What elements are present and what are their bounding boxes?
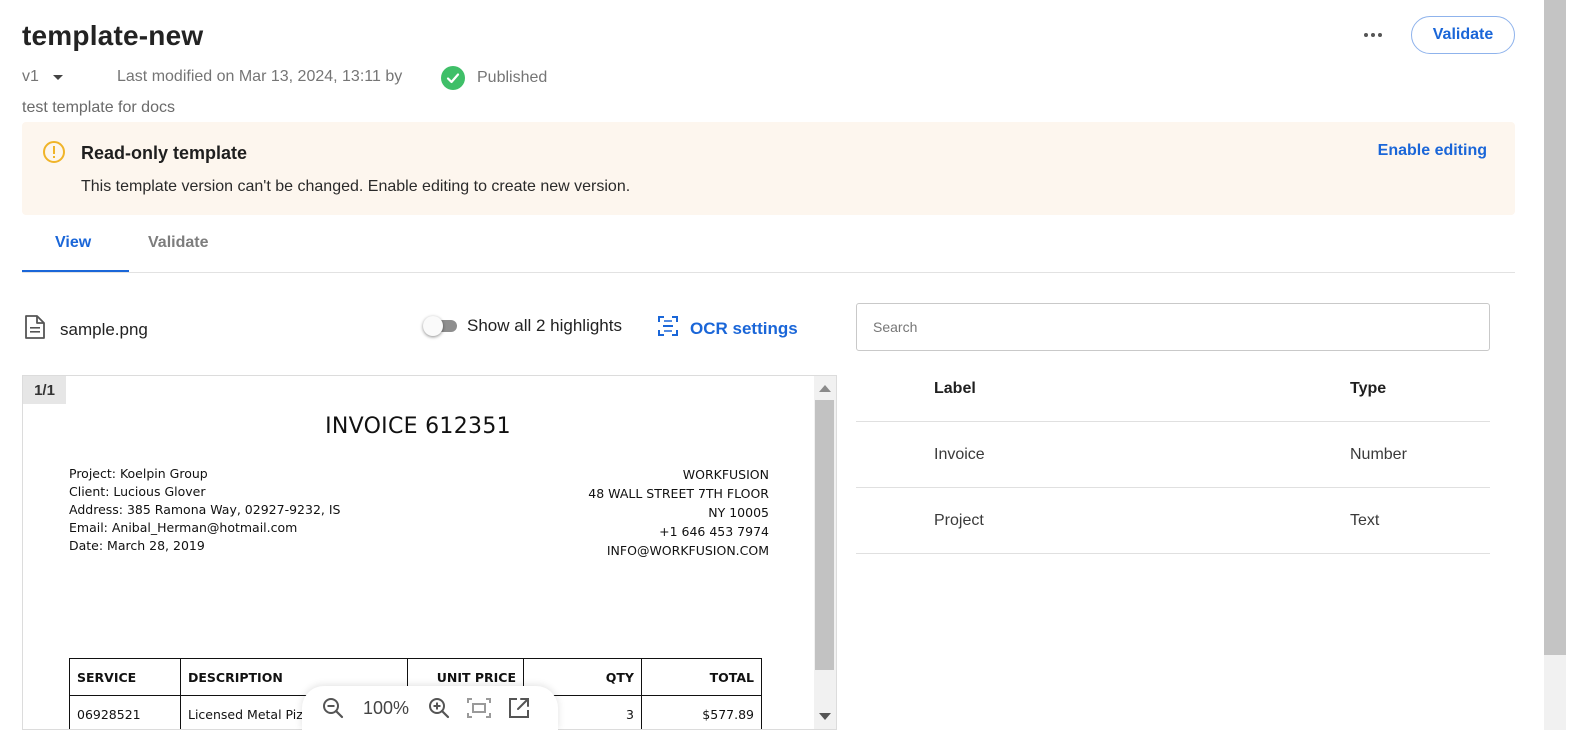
ocr-settings-label: OCR settings <box>690 318 798 338</box>
file-info: sample.png <box>24 314 148 345</box>
scroll-up-arrow-icon[interactable] <box>819 385 831 392</box>
read-only-banner: Read-only template This template version… <box>22 122 1515 215</box>
invoice-col-header: TOTAL <box>641 658 762 696</box>
invoice-line: Project: Koelpin Group <box>69 466 208 481</box>
highlights-label: Show all 2 highlights <box>467 316 622 335</box>
viewer-scrollbar[interactable] <box>814 376 836 729</box>
field-type: Text <box>1350 512 1380 529</box>
active-tab-indicator <box>22 270 129 272</box>
zoom-level: 100% <box>362 697 410 718</box>
invoice-line: 48 WALL STREET 7TH FLOOR <box>588 486 769 501</box>
open-external-icon[interactable] <box>506 695 532 721</box>
enable-editing-link[interactable]: Enable editing <box>1378 142 1487 160</box>
zoom-in-icon[interactable] <box>426 695 452 721</box>
fields-table: Label Type Invoice Number Project Text <box>856 356 1490 554</box>
ocr-settings-button[interactable]: OCR settings <box>656 314 798 343</box>
last-modified-text: Last modified on Mar 13, 2024, 13:11 by <box>117 68 403 85</box>
table-row[interactable]: Project Text <box>856 488 1490 554</box>
invoice-line: INFO@WORKFUSION.COM <box>606 543 769 558</box>
page-scrollbar[interactable] <box>1544 0 1566 730</box>
invoice-col-header: SERVICE <box>69 658 181 696</box>
search-input[interactable] <box>856 303 1490 351</box>
highlights-toggle[interactable] <box>423 316 457 336</box>
invoice-title: INVOICE 612351 <box>325 414 511 439</box>
warning-icon <box>42 140 66 164</box>
scroll-down-arrow-icon[interactable] <box>819 713 831 720</box>
status-label: Published <box>477 69 548 86</box>
invoice-line: WORKFUSION <box>682 467 769 482</box>
page-title: template-new <box>22 20 204 51</box>
status-badge: Published <box>441 66 547 90</box>
ocr-scan-icon <box>656 314 680 343</box>
check-circle-icon <box>441 66 465 90</box>
document-viewer[interactable]: 1/1 INVOICE 612351 Project: Koelpin Grou… <box>22 375 837 730</box>
validate-button[interactable]: Validate <box>1411 16 1515 54</box>
field-type: Number <box>1350 446 1407 463</box>
invoice-company-block: WORKFUSION 48 WALL STREET 7TH FLOOR NY 1… <box>588 465 769 560</box>
tab-view[interactable]: View <box>55 234 91 252</box>
table-header: Label Type <box>856 356 1490 422</box>
template-description: test template for docs <box>22 99 175 116</box>
version-label: v1 <box>22 68 39 85</box>
zoom-out-icon[interactable] <box>320 695 346 721</box>
column-header-type: Type <box>1350 380 1387 397</box>
more-options-icon[interactable] <box>1360 24 1386 46</box>
invoice-cell: 06928521 <box>69 695 181 729</box>
version-selector[interactable]: v1 <box>22 68 63 86</box>
viewer-scroll-thumb[interactable] <box>815 400 834 670</box>
file-icon <box>24 314 46 345</box>
invoice-line: Address: 385 Ramona Way, 02927-9232, IS <box>69 502 341 517</box>
page-scroll-thumb[interactable] <box>1544 0 1566 655</box>
tab-validate[interactable]: Validate <box>148 234 208 252</box>
chevron-down-icon <box>52 74 63 80</box>
zoom-toolbar: 100% <box>302 686 558 730</box>
table-row[interactable]: Invoice Number <box>856 422 1490 488</box>
fit-to-screen-icon[interactable] <box>466 695 492 721</box>
field-label: Project <box>934 512 984 529</box>
invoice-cell: $577.89 <box>641 695 762 729</box>
column-header-label: Label <box>934 380 976 397</box>
banner-title: Read-only template <box>81 143 248 163</box>
highlights-toggle-group: Show all 2 highlights <box>423 316 622 336</box>
invoice-line: Date: March 28, 2019 <box>69 538 205 553</box>
tab-bar: View Validate <box>22 222 1515 273</box>
field-label: Invoice <box>934 446 985 463</box>
invoice-line: NY 10005 <box>708 505 769 520</box>
invoice-line: Email: Anibal_Herman@hotmail.com <box>69 520 298 535</box>
invoice-line: +1 646 453 7974 <box>659 524 769 539</box>
invoice-client-block: Project: Koelpin Group Client: Lucious G… <box>69 465 340 555</box>
banner-message: This template version can't be changed. … <box>81 178 631 195</box>
invoice-line: Client: Lucious Glover <box>69 484 206 499</box>
page-indicator: 1/1 <box>23 376 66 404</box>
file-name: sample.png <box>60 319 148 339</box>
